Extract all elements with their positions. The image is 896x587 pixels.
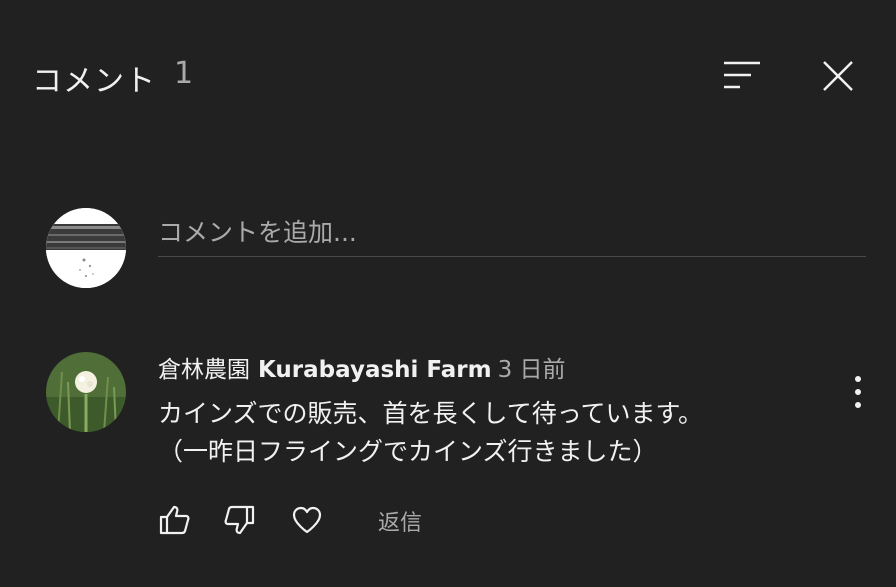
author-name-en: Kurabayashi Farm xyxy=(258,357,492,383)
comment-line: カインズでの販売、首を長くして待っています。 xyxy=(158,399,704,428)
current-user-avatar xyxy=(46,208,126,288)
comment-meta: 倉林農園 Kurabayashi Farm 3 日前 xyxy=(158,353,566,387)
close-button[interactable] xyxy=(816,54,860,98)
like-button[interactable] xyxy=(158,503,192,537)
comment-timestamp: 3 日前 xyxy=(497,357,566,383)
author-name-jp: 倉林農園 xyxy=(158,357,250,383)
comment-item: 倉林農園 Kurabayashi Farm 3 日前 カインズでの販売、首を長くし… xyxy=(0,345,896,545)
comment-count: 1 xyxy=(174,56,194,91)
panel-title: コメント xyxy=(32,64,156,99)
comments-header: コメント 1 xyxy=(0,0,896,150)
comment-line: （一昨日フライングでカインズ行きました） xyxy=(158,437,658,466)
sort-icon xyxy=(724,61,760,89)
comment-author[interactable]: 倉林農園 Kurabayashi Farm xyxy=(158,357,492,383)
add-comment-row xyxy=(0,200,896,300)
comment-actions: 返信 xyxy=(0,495,896,545)
commenter-avatar[interactable] xyxy=(46,352,126,432)
close-icon xyxy=(823,61,853,91)
comment-menu-button[interactable] xyxy=(842,373,874,413)
heart-icon xyxy=(292,506,322,534)
heart-button[interactable] xyxy=(290,503,324,537)
thumbs-up-icon xyxy=(159,505,190,535)
sort-button[interactable] xyxy=(716,54,768,98)
add-comment-input[interactable] xyxy=(158,200,866,257)
thumbs-down-icon xyxy=(224,505,255,535)
comment-text: カインズでの販売、首を長くして待っています。 （一昨日フライングでカインズ行きま… xyxy=(158,395,818,471)
reply-button[interactable]: 返信 xyxy=(378,505,422,537)
dislike-button[interactable] xyxy=(222,503,256,537)
more-vertical-icon xyxy=(855,376,861,408)
